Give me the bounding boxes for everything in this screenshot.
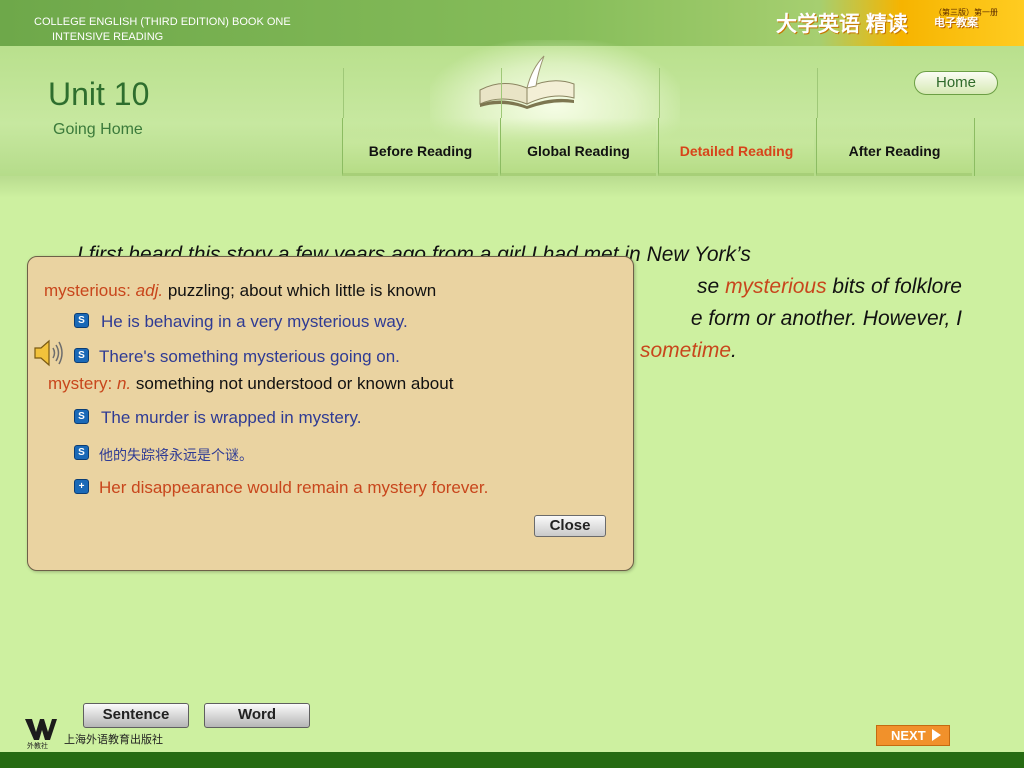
course-title-line1: COLLEGE ENGLISH (THIRD EDITION) BOOK ONE <box>34 16 291 28</box>
part-of-speech: adj. <box>135 281 164 300</box>
word-button[interactable]: Word <box>204 703 310 728</box>
tab-global-reading[interactable]: Global Reading <box>500 68 656 176</box>
reading-text: bits of folklore <box>826 275 962 298</box>
cn-course-title: 大学英语 精读 <box>776 13 908 36</box>
tab-before-reading[interactable]: Before Reading <box>342 68 498 176</box>
cn-edition-block: （第三版）第一册 电子教案 <box>934 8 998 29</box>
reading-text: . <box>731 339 737 362</box>
sentence-icon[interactable]: S <box>74 348 89 363</box>
unit-subtitle: Going Home <box>53 121 143 138</box>
sentence-icon[interactable]: S <box>74 313 89 328</box>
course-title-line2: INTENSIVE READING <box>52 31 164 43</box>
publisher-name: 上海外语教育出版社 <box>64 734 163 746</box>
sentence-button[interactable]: Sentence <box>83 703 189 728</box>
definition: puzzling; about which little is known <box>167 281 437 300</box>
publisher-logo-text: 外教社 <box>27 743 48 750</box>
example-sentence: He is behaving in a very mysterious way. <box>101 312 408 331</box>
course-title: COLLEGE ENGLISH (THIRD EDITION) BOOK ONE… <box>34 15 291 45</box>
section-tabs: Before Reading Global Reading Detailed R… <box>342 68 976 180</box>
tab-detailed-reading-label: Detailed Reading <box>679 143 794 159</box>
tab-divider <box>659 68 660 118</box>
tab-after-reading[interactable]: After Reading <box>816 68 972 176</box>
vocabulary-popup: mysterious: adj. puzzling; about which l… <box>27 256 634 571</box>
cn-courseware: 电子教案 <box>934 17 978 29</box>
tab-divider <box>817 68 818 118</box>
footer-bar <box>0 752 1024 768</box>
header-shadow <box>0 176 1024 198</box>
reading-text: se <box>697 275 726 298</box>
tab-before-reading-label: Before Reading <box>368 143 473 159</box>
example-translation: 他的失踪将永远是个谜。 <box>99 447 253 463</box>
entry-mystery: mystery: n. something not understood or … <box>48 374 453 394</box>
next-button[interactable]: NEXT <box>876 725 950 746</box>
sentence-icon[interactable]: S <box>74 409 89 424</box>
open-book-icon <box>479 55 575 109</box>
headword: mystery: <box>48 374 113 393</box>
unit-title: Unit 10 <box>48 76 150 112</box>
headword: mysterious: <box>44 281 131 300</box>
arrow-right-icon <box>932 729 942 741</box>
home-button[interactable]: Home <box>914 71 998 95</box>
next-label: NEXT <box>891 728 926 743</box>
example-translation-english: Her disappearance would remain a mystery… <box>99 478 489 497</box>
translate-icon[interactable]: + <box>74 479 89 494</box>
part-of-speech: n. <box>116 374 132 393</box>
tab-divider <box>343 68 344 118</box>
tab-divider <box>501 68 502 118</box>
entry-mysterious: mysterious: adj. puzzling; about which l… <box>44 281 436 301</box>
tab-detailed-reading[interactable]: Detailed Reading <box>658 68 814 176</box>
sentence-icon[interactable]: S <box>74 445 89 460</box>
close-button[interactable]: Close <box>534 515 606 537</box>
highlighted-word-mysterious[interactable]: mysterious <box>725 275 827 298</box>
tab-after-reading-label: After Reading <box>848 143 941 159</box>
example-sentence: The murder is wrapped in mystery. <box>101 408 362 427</box>
definition: something not understood or known about <box>135 374 454 393</box>
highlighted-word-sometime[interactable]: sometime <box>640 339 731 362</box>
tab-divider <box>974 118 975 176</box>
tab-global-reading-label: Global Reading <box>527 143 630 159</box>
speaker-icon[interactable] <box>32 337 66 369</box>
example-sentence: There's something mysterious going on. <box>99 347 400 366</box>
